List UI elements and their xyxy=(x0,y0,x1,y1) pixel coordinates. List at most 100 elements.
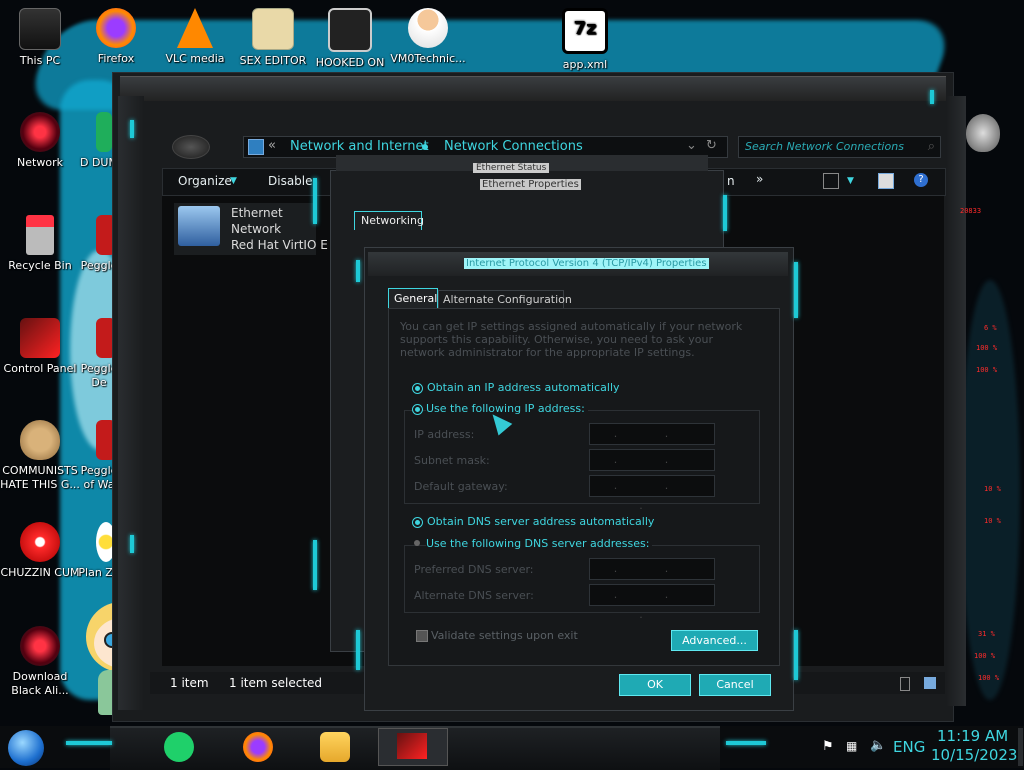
taskbar-light xyxy=(66,741,112,745)
start-button[interactable] xyxy=(8,730,44,766)
desktop-icon-vlc[interactable]: VLC media xyxy=(155,8,235,66)
chrome-light xyxy=(313,178,317,224)
led-readout: 100 % xyxy=(976,344,998,352)
desktop-icon-vm0technic[interactable]: VM0Technic... xyxy=(388,8,468,66)
network-tray-icon[interactable]: ▦ xyxy=(846,739,857,753)
advanced-button[interactable]: Advanced... xyxy=(671,630,758,651)
led-readout: 10 % xyxy=(984,485,1001,493)
breadcrumb-network-connections[interactable]: Network Connections xyxy=(444,139,583,154)
chrome-light xyxy=(356,630,360,670)
use-following-dns-label[interactable]: Use the following DNS server addresses: xyxy=(426,537,653,550)
more-commands-button[interactable]: » xyxy=(756,172,763,186)
list-item-ethernet[interactable]: Ethernet Network Red Hat VirtIO E xyxy=(174,203,328,255)
cancel-button[interactable]: Cancel xyxy=(699,674,771,696)
dropdown-chevron-icon[interactable]: ⌄ xyxy=(686,138,697,153)
desktop-icon-communists[interactable]: COMMUNISTS HATE THIS G... xyxy=(0,420,80,492)
breadcrumb-network-internet[interactable]: Network and Internet xyxy=(290,139,429,154)
volume-icon[interactable]: 🔈 xyxy=(870,738,886,753)
obtain-dns-auto-label[interactable]: Obtain DNS server address automatically xyxy=(427,515,654,528)
view-options-icon[interactable] xyxy=(823,173,839,189)
ok-button[interactable]: OK xyxy=(619,674,691,696)
back-chevron-icon[interactable]: « xyxy=(268,138,276,153)
desktop-icon-label: VLC media xyxy=(165,52,225,65)
desktop-icon-firefox[interactable]: Firefox xyxy=(76,8,156,66)
disable-button[interactable]: Disable xyxy=(268,174,313,188)
alien-head-icon xyxy=(966,114,1000,152)
use-following-ip-radio[interactable] xyxy=(412,404,423,415)
use-following-ip-label[interactable]: Use the following IP address: xyxy=(426,402,588,415)
toolbar-item-partial[interactable]: n xyxy=(727,174,735,188)
recycle-bin-icon xyxy=(26,215,54,255)
hxd-icon xyxy=(252,8,294,50)
chrome-light xyxy=(130,120,134,138)
led-readout: 100 % xyxy=(974,652,996,660)
alternate-dns-label: Alternate DNS server: xyxy=(414,589,534,602)
ethernet-status-title: Ethernet Status xyxy=(473,163,550,173)
taskbar-light xyxy=(726,741,766,745)
obtain-ip-auto-label[interactable]: Obtain an IP address automatically xyxy=(427,381,620,394)
led-readout: 100 % xyxy=(978,674,1000,682)
clock-time[interactable]: 11:19 AM xyxy=(937,727,1008,745)
window-chrome-top xyxy=(120,76,946,101)
item-status: Network xyxy=(231,222,282,236)
desktop-icon-network[interactable]: Network xyxy=(0,112,80,170)
item-name: Ethernet xyxy=(231,206,283,220)
status-selected-count: 1 item selected xyxy=(229,676,323,690)
search-icon[interactable]: ⌕ xyxy=(928,139,935,154)
validate-label[interactable]: Validate settings upon exit xyxy=(431,629,578,642)
tab-networking[interactable]: Networking xyxy=(354,211,424,230)
preview-pane-icon[interactable] xyxy=(878,173,894,189)
obtain-ip-auto-radio[interactable] xyxy=(412,383,423,394)
desktop-icon-label: app.xml xyxy=(562,58,608,71)
use-following-dns-radio[interactable] xyxy=(414,540,420,546)
taskbar-firefox-icon[interactable] xyxy=(243,732,273,762)
desktop-icon-label: VM0Technic... xyxy=(390,52,466,65)
desktop-icon-download-black[interactable]: Download Black Ali... xyxy=(0,626,80,698)
desktop-icon-label: SEX EDITOR xyxy=(239,54,307,67)
tab-general[interactable]: General xyxy=(388,288,438,309)
details-view-icon[interactable] xyxy=(900,677,910,691)
hooked-on-icon xyxy=(328,8,372,52)
taskbar-app-green-icon[interactable] xyxy=(164,732,194,762)
desktop-icon-chuzzin[interactable]: CHUZZIN CUM xyxy=(0,522,80,580)
alternate-dns-field[interactable]: . . . xyxy=(589,584,715,621)
desktop-icon-label: Network xyxy=(17,156,63,169)
obtain-dns-auto-radio[interactable] xyxy=(412,517,423,528)
clock-date[interactable]: 10/15/2023 xyxy=(931,746,1017,764)
language-indicator[interactable]: ENG xyxy=(893,738,925,756)
preferred-dns-field[interactable]: . . . xyxy=(589,558,715,595)
large-icons-view-icon[interactable] xyxy=(924,677,936,689)
desktop-icon-control-panel[interactable]: Control Panel xyxy=(0,318,80,376)
search-box[interactable]: Search Network Connections ⌕ xyxy=(738,136,941,158)
led-readout: 100 % xyxy=(976,366,998,374)
desktop-icon-hooked-on[interactable]: HOOKED ON xyxy=(310,8,390,70)
help-icon[interactable]: ? xyxy=(914,173,928,187)
desktop-icon-label: Recycle Bin xyxy=(8,259,72,272)
chrome-light xyxy=(130,535,134,553)
network-icon xyxy=(20,112,60,152)
refresh-icon[interactable]: ↻ xyxy=(706,138,717,153)
ip-address-field[interactable]: . . . xyxy=(589,423,715,460)
window-chrome-left xyxy=(118,96,144,710)
desktop-icon-app-xml[interactable]: 7z app.xml xyxy=(545,8,625,72)
search-input[interactable]: Search Network Connections xyxy=(745,140,904,153)
subnet-mask-field[interactable]: . . . xyxy=(589,449,715,486)
default-gateway-field[interactable]: . . . xyxy=(589,475,715,512)
desktop-icon-this-pc[interactable]: This PC xyxy=(0,8,80,68)
chrome-light xyxy=(930,90,934,104)
taskbar-file-explorer-icon[interactable] xyxy=(320,732,350,762)
organize-chevron-icon: ▼ xyxy=(230,176,237,186)
alien-orb-icon xyxy=(20,626,60,666)
desktop-icon-sex-editor[interactable]: SEX EDITOR xyxy=(233,8,313,68)
tab-alternate-configuration[interactable]: Alternate Configuration xyxy=(438,290,572,308)
tab-alternate-label: Alternate Configuration xyxy=(443,293,572,306)
show-desktop-button[interactable] xyxy=(1018,728,1023,766)
flag-icon[interactable]: ⚑ xyxy=(822,739,834,754)
preferred-dns-label: Preferred DNS server: xyxy=(414,563,534,576)
organize-button[interactable]: Organize xyxy=(178,174,232,188)
view-chevron-icon[interactable]: ▼ xyxy=(847,176,854,186)
folder-icon xyxy=(248,139,264,155)
desktop-icon-recycle-bin[interactable]: Recycle Bin xyxy=(0,215,80,273)
validate-checkbox[interactable] xyxy=(416,630,428,642)
taskbar-active-window[interactable] xyxy=(378,728,448,766)
